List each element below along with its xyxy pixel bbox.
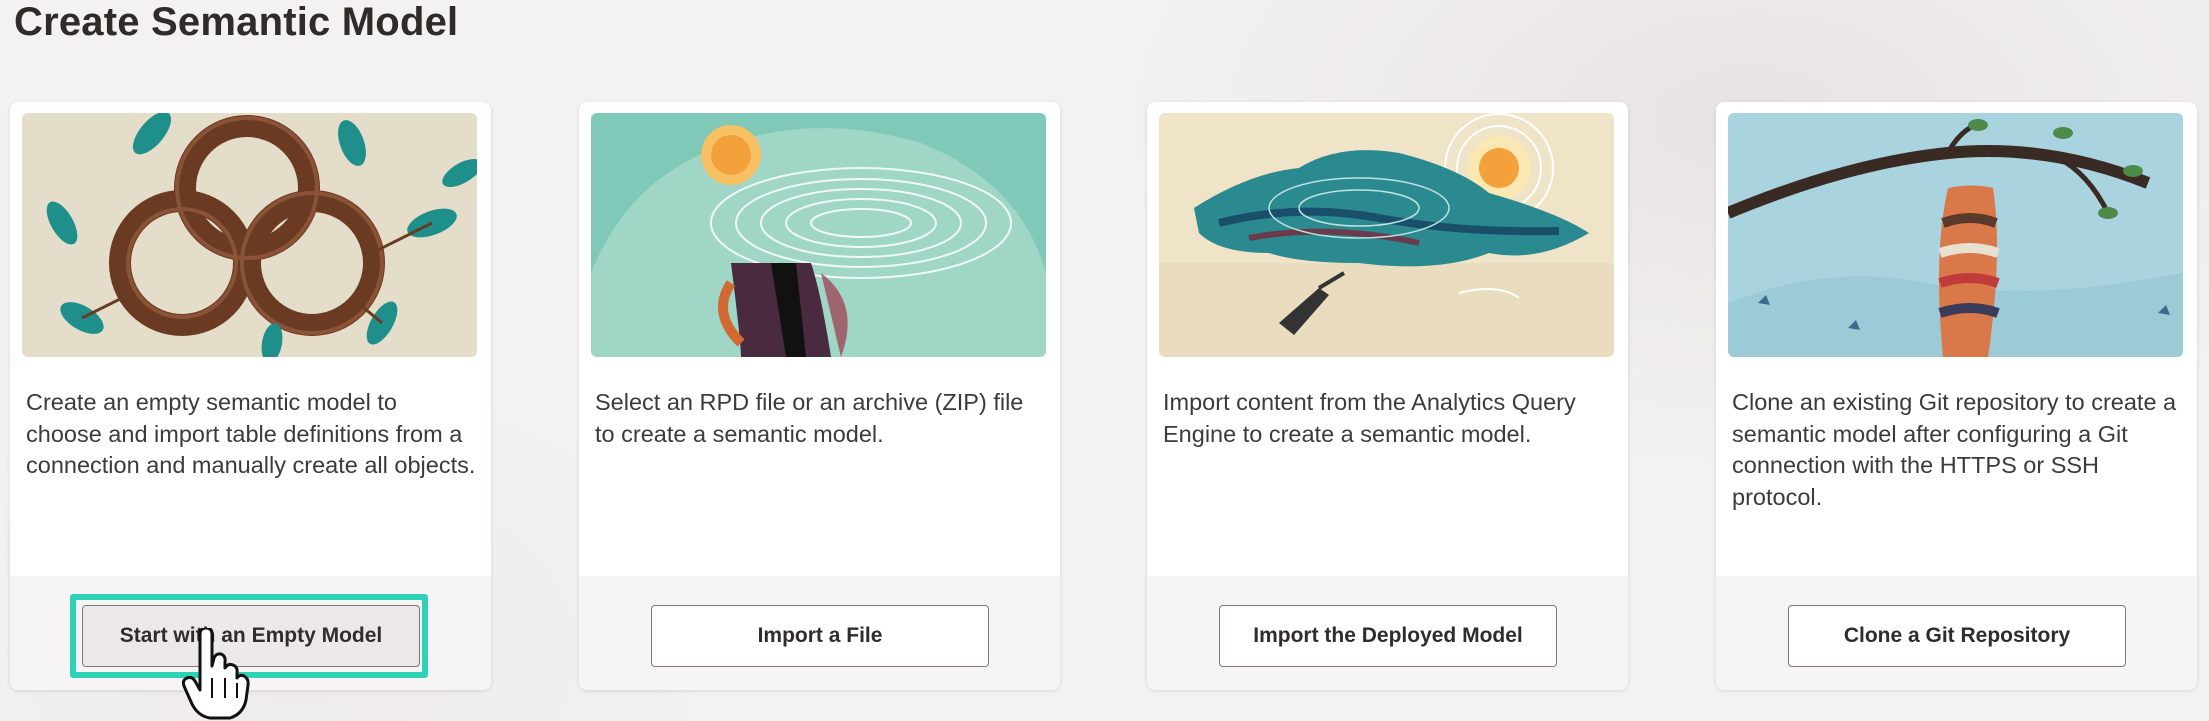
import-file-button[interactable]: Import a File bbox=[651, 605, 989, 667]
import-file-card: Select an RPD file or an archive (ZIP) f… bbox=[579, 102, 1060, 690]
card-description: Select an RPD file or an archive (ZIP) f… bbox=[595, 389, 1024, 447]
start-empty-model-button[interactable]: Start with an Empty Model bbox=[82, 605, 420, 667]
import-deployed-model-card: Import content from the Analytics Query … bbox=[1147, 102, 1628, 690]
import-deployed-model-button[interactable]: Import the Deployed Model bbox=[1219, 605, 1557, 667]
clone-git-repository-button[interactable]: Clone a Git Repository bbox=[1788, 605, 2126, 667]
card-description: Clone an existing Git repository to crea… bbox=[1732, 389, 2177, 510]
model-options: Create an empty semantic model to choose… bbox=[10, 102, 2200, 690]
clone-git-card: Clone an existing Git repository to crea… bbox=[1716, 102, 2197, 690]
page-title: Create Semantic Model bbox=[14, 0, 459, 44]
floating-island-illustration bbox=[1159, 113, 1614, 357]
empty-model-card: Create an empty semantic model to choose… bbox=[10, 102, 491, 690]
sun-cloud-landscape-illustration bbox=[591, 113, 1046, 357]
card-description: Import content from the Analytics Query … bbox=[1163, 389, 1576, 447]
card-description: Create an empty semantic model to choose… bbox=[26, 389, 476, 478]
branch-cocoon-illustration bbox=[1728, 113, 2183, 357]
hand-pointer-cursor-icon bbox=[181, 628, 250, 720]
intertwined-rings-illustration bbox=[22, 113, 477, 357]
